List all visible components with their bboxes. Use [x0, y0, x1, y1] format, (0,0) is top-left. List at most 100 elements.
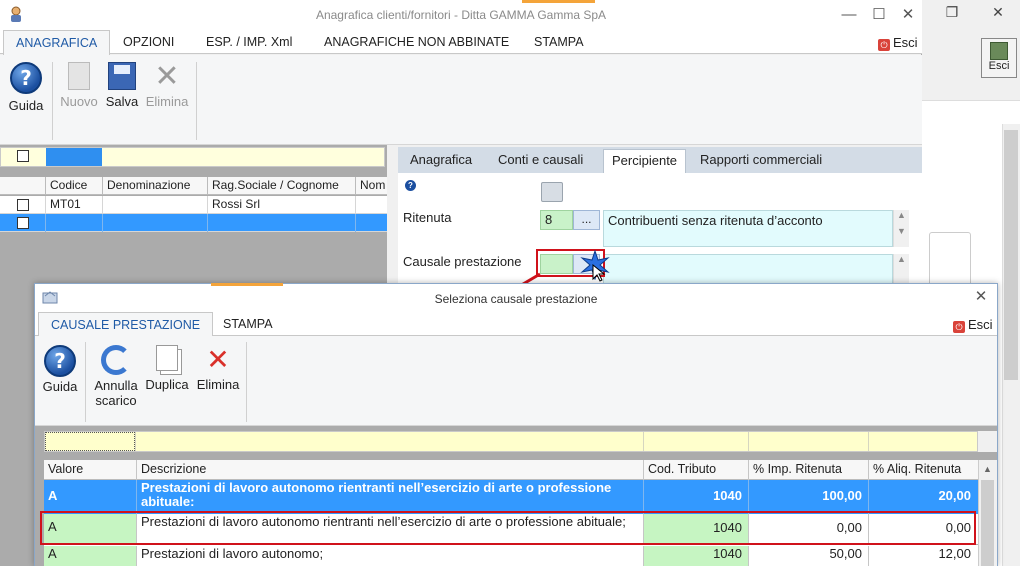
annulla-label-line2: scarico [95, 393, 137, 408]
help-icon: ? [44, 345, 76, 377]
scroll-up-icon[interactable]: ▲ [894, 254, 909, 264]
help-small-icon[interactable]: ? [405, 180, 416, 191]
ritenuta-description-field[interactable]: Contribuenti senza ritenuta d’acconto [603, 210, 893, 247]
cell-imp-ritenuta: 50,00 [748, 546, 869, 566]
dialog-title: Seleziona causale prestazione [434, 292, 598, 306]
save-disk-icon [108, 62, 136, 90]
elimina-label: Elimina [145, 94, 189, 109]
cell-nome [355, 196, 387, 214]
column-header-cod-tributo[interactable]: Cod. Tributo [643, 460, 749, 480]
delete-red-x-icon: ✕ [206, 343, 230, 376]
cell-denominazione [102, 214, 207, 232]
row-checkbox[interactable] [17, 217, 29, 229]
cell-denominazione [102, 196, 207, 214]
guida-button[interactable]: ? Guida [4, 62, 48, 113]
exit-button[interactable]: ⏻ Esci [878, 35, 918, 51]
background-exit-label: Esci [988, 60, 1010, 72]
dialog-filter-row[interactable] [44, 431, 978, 452]
ritenuta-lookup-button[interactable]: ... [573, 210, 600, 230]
cell-aliq-ritenuta: 12,00 [868, 546, 978, 566]
annotation-row-highlight [40, 511, 976, 545]
filter-divider [748, 432, 749, 451]
dialog-filter-valore-cell[interactable] [45, 432, 135, 451]
scroll-down-icon[interactable]: ▼ [894, 226, 909, 236]
column-header-nome[interactable]: Nom [355, 177, 387, 195]
elimina-button[interactable]: ✕ Elimina [142, 62, 192, 110]
cell-codice [45, 214, 103, 232]
ritenuta-code-field[interactable]: 8 [540, 210, 573, 230]
filter-checkbox[interactable] [17, 150, 29, 162]
scroll-up-icon[interactable]: ▲ [978, 460, 997, 478]
cell-cod-tributo: 1040 [643, 546, 749, 566]
cell-descrizione: Prestazioni di lavoro autonomo rientrant… [136, 480, 644, 514]
tab-detail-conti-causali[interactable]: Conti e causali [490, 149, 591, 173]
help-icon: ? [10, 62, 42, 94]
cell-nome [355, 214, 387, 232]
dialog-close-icon[interactable]: ✕ [966, 286, 996, 308]
ritenuta-description-scrollbar[interactable]: ▲ ▼ [893, 210, 909, 247]
window-close-icon[interactable]: ✕ [893, 4, 923, 26]
tab-esp-imp-xml[interactable]: ESP. / IMP. Xml [194, 30, 304, 55]
background-exit-button[interactable]: Esci [981, 38, 1017, 78]
cell-descrizione: Prestazioni di lavoro autonomo; [136, 546, 644, 566]
cell-imp-ritenuta: 100,00 [748, 480, 869, 514]
filter-divider [868, 432, 869, 451]
row-checkbox[interactable] [17, 199, 29, 211]
filter-active-cell[interactable] [46, 148, 102, 166]
maximize-icon[interactable]: ☐ [864, 4, 894, 26]
duplica-button[interactable]: Duplica [143, 345, 191, 392]
dialog-exit-button[interactable]: ⏻ Esci [953, 317, 993, 333]
dialog-exit-label: Esci [968, 317, 993, 332]
restore-icon[interactable]: ❐ [932, 0, 972, 24]
dialog-scroll-thumb[interactable] [981, 480, 994, 566]
filter-divider [135, 432, 136, 451]
column-header-aliq-ritenuta[interactable]: % Aliq. Ritenuta [868, 460, 978, 480]
undo-icon [101, 345, 131, 375]
annulla-scarico-button[interactable]: Annulla scarico [90, 345, 142, 408]
column-header-codice[interactable]: Codice [45, 177, 103, 195]
new-document-icon [68, 62, 90, 90]
tab-causale-prestazione[interactable]: CAUSALE PRESTAZIONE [38, 312, 214, 337]
filter-divider [643, 432, 644, 451]
exit-door-icon [990, 42, 1008, 60]
cell-codice: MT01 [45, 196, 103, 214]
column-header-imp-ritenuta[interactable]: % Imp. Ritenuta [748, 460, 869, 480]
dialog-elimina-label: Elimina [196, 377, 240, 392]
causale-description-field[interactable] [603, 254, 893, 284]
salva-label: Salva [105, 94, 139, 109]
ribbon-separator [196, 62, 197, 140]
column-header-denominazione[interactable]: Denominazione [102, 177, 207, 195]
column-header-valore[interactable]: Valore [44, 460, 136, 480]
tab-stampa[interactable]: STAMPA [522, 30, 596, 55]
dialog-guida-button[interactable]: ? Guida [40, 345, 80, 394]
tab-detail-rapporti-commerciali[interactable]: Rapporti commerciali [692, 149, 830, 173]
scroll-up-icon[interactable]: ▲ [894, 210, 909, 220]
tab-opzioni[interactable]: OPZIONI [111, 30, 186, 55]
salva-button[interactable]: Salva [102, 62, 142, 109]
cell-valore: A [48, 488, 58, 503]
minimize-icon[interactable]: — [834, 4, 864, 26]
cell-ragione-sociale: Rossi Srl [207, 196, 355, 214]
column-header-descrizione[interactable]: Descrizione [136, 460, 644, 480]
cell-aliq-ritenuta: 20,00 [868, 480, 978, 514]
cell-ragione-sociale [207, 214, 355, 232]
close-icon[interactable]: ✕ [978, 0, 1018, 24]
duplicate-icon [156, 345, 178, 371]
tab-anagrafica[interactable]: ANAGRAFICA [3, 30, 111, 55]
tab-detail-percipiente[interactable]: Percipiente [603, 149, 687, 173]
ritenuta-label: Ritenuta [403, 210, 452, 225]
dialog-grid-corner [978, 431, 997, 452]
causale-description-scrollbar[interactable]: ▲ [893, 254, 909, 284]
background-scroll-thumb[interactable] [1004, 130, 1018, 380]
column-header-ragione-sociale[interactable]: Rag.Sociale / Cognome [207, 177, 355, 195]
tab-detail-anagrafica[interactable]: Anagrafica [402, 149, 480, 173]
main-window-title: Anagrafica clienti/fornitori - Ditta GAM… [315, 8, 607, 22]
mouse-cursor-icon [592, 263, 606, 282]
dialog-elimina-button[interactable]: ✕ Elimina [193, 343, 243, 393]
lock-icon[interactable] [541, 182, 563, 202]
nuovo-label: Nuovo [60, 94, 98, 109]
guida-label: Guida [8, 98, 44, 113]
tab-anagrafiche-non-abbinate[interactable]: ANAGRAFICHE NON ABBINATE [312, 30, 521, 55]
tab-dialog-stampa[interactable]: STAMPA [211, 312, 285, 337]
nuovo-button[interactable]: Nuovo [56, 62, 102, 109]
